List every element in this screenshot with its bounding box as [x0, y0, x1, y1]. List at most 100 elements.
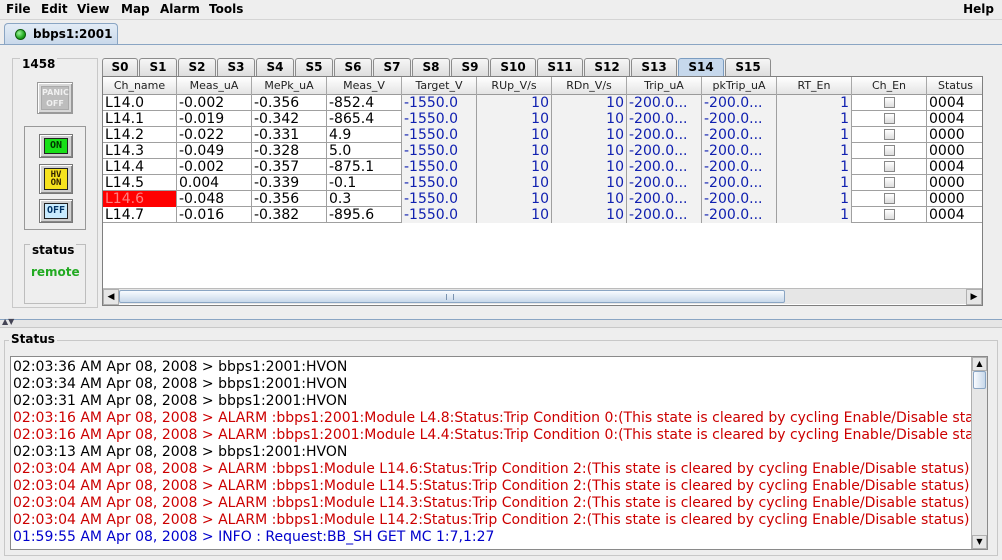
column-header-rt-en[interactable]: RT_En — [777, 77, 852, 95]
cell-target[interactable]: -1550.0 — [402, 111, 477, 127]
cell-meas_ua[interactable]: 0.004 — [177, 175, 252, 191]
cell-rup[interactable]: 10 — [477, 207, 552, 223]
cell-meas_v[interactable]: -875.1 — [327, 159, 402, 175]
slot-tab-s0[interactable]: S0 — [102, 58, 138, 76]
slot-tab-s15[interactable]: S15 — [725, 58, 771, 76]
cell-trip[interactable]: -200.0... — [627, 159, 702, 175]
cell-trip[interactable]: -200.0... — [627, 191, 702, 207]
cell-trip[interactable]: -200.0... — [627, 95, 702, 111]
slot-tab-s7[interactable]: S7 — [373, 58, 411, 76]
cell-meas_ua[interactable]: -0.048 — [177, 191, 252, 207]
channel-enable-checkbox[interactable] — [883, 161, 895, 172]
column-header-target-v[interactable]: Target_V — [402, 77, 477, 95]
cell-meas_ua[interactable]: -0.019 — [177, 111, 252, 127]
cell-status[interactable]: 0004 — [927, 95, 982, 111]
cell-mepk[interactable]: -0.342 — [252, 111, 327, 127]
cell-status[interactable]: 0000 — [927, 143, 982, 159]
scroll-down-icon[interactable]: ▼ — [972, 535, 987, 549]
cell-status[interactable]: 0000 — [927, 191, 982, 207]
cell-meas_ua[interactable]: -0.002 — [177, 95, 252, 111]
cell-mepk[interactable]: -0.382 — [252, 207, 327, 223]
table-row[interactable]: L14.1 -0.019 -0.342 -865.4 -1550.0 10 10 -200.0… — [103, 111, 982, 127]
cell-rten[interactable]: 1 — [777, 207, 852, 223]
cell-rten[interactable]: 1 — [777, 159, 852, 175]
cell-rten[interactable]: 1 — [777, 127, 852, 143]
cell-trip[interactable]: -200.0... — [627, 175, 702, 191]
session-tab[interactable]: bbps1:2001 — [4, 23, 118, 45]
channel-enable-checkbox[interactable] — [883, 177, 895, 188]
channel-enable-checkbox[interactable] — [883, 129, 895, 140]
cell-rten[interactable]: 1 — [777, 175, 852, 191]
channel-enable-checkbox[interactable] — [883, 97, 895, 108]
cell-pktrip[interactable]: -200.0... — [702, 159, 777, 175]
table-row[interactable]: L14.3 -0.049 -0.328 5.0 -1550.0 10 10 -200.0...… — [103, 143, 982, 159]
cell-rup[interactable]: 10 — [477, 191, 552, 207]
channel-enable-checkbox[interactable] — [883, 209, 895, 220]
table-row[interactable]: L14.2 -0.022 -0.331 4.9 -1550.0 10 10 -200.0...… — [103, 127, 982, 143]
cell-meas_ua[interactable]: -0.049 — [177, 143, 252, 159]
cell-mepk[interactable]: -0.356 — [252, 95, 327, 111]
cell-target[interactable]: -1550.0 — [402, 143, 477, 159]
cell-meas_ua[interactable]: -0.022 — [177, 127, 252, 143]
cell-status[interactable]: 0004 — [927, 207, 982, 223]
cell-trip[interactable]: -200.0... — [627, 127, 702, 143]
log-vertical-scrollbar[interactable]: ▲ ▼ — [971, 357, 987, 549]
table-row[interactable]: L14.7 -0.016 -0.382 -895.6 -1550.0 10 10 -200.0… — [103, 207, 982, 223]
cell-target[interactable]: -1550.0 — [402, 207, 477, 223]
cell-pktrip[interactable]: -200.0... — [702, 95, 777, 111]
menu-help[interactable]: Help — [963, 2, 994, 16]
slot-tab-s4[interactable]: S4 — [256, 58, 294, 76]
cell-pktrip[interactable]: -200.0... — [702, 111, 777, 127]
cell-meas_v[interactable]: -865.4 — [327, 111, 402, 127]
cell-rup[interactable]: 10 — [477, 127, 552, 143]
slot-tab-s1[interactable]: S1 — [139, 58, 177, 76]
slot-tab-s13[interactable]: S13 — [631, 58, 677, 76]
scroll-up-icon[interactable]: ▲ — [972, 357, 987, 371]
slot-tab-s5[interactable]: S5 — [295, 58, 333, 76]
column-header-rdn-v-s[interactable]: RDn_V/s — [552, 77, 627, 95]
slot-tab-s14[interactable]: S14 — [678, 58, 724, 76]
cell-rdn[interactable]: 10 — [552, 143, 627, 159]
menu-file[interactable]: File — [6, 2, 31, 16]
menu-view[interactable]: View — [77, 2, 109, 16]
hv-on-button[interactable]: HV ON — [39, 164, 73, 194]
panic-off-button[interactable]: PANIC OFF — [37, 82, 73, 114]
cell-rten[interactable]: 1 — [777, 95, 852, 111]
table-horizontal-scrollbar[interactable]: ◀ ▶ — [103, 288, 982, 305]
vertical-scroll-thumb[interactable] — [973, 371, 986, 389]
cell-meas_v[interactable]: -0.1 — [327, 175, 402, 191]
cell-pktrip[interactable]: -200.0... — [702, 207, 777, 223]
slot-tab-s8[interactable]: S8 — [412, 58, 450, 76]
cell-rdn[interactable]: 10 — [552, 175, 627, 191]
column-header-status[interactable]: Status — [927, 77, 982, 95]
cell-ch[interactable]: L14.0 — [103, 95, 177, 111]
cell-ch[interactable]: L14.2 — [103, 127, 177, 143]
column-header-meas-v[interactable]: Meas_V — [327, 77, 402, 95]
cell-pktrip[interactable]: -200.0... — [702, 191, 777, 207]
cell-mepk[interactable]: -0.357 — [252, 159, 327, 175]
column-header-mepk-ua[interactable]: MePk_uA — [252, 77, 327, 95]
cell-meas_v[interactable]: 5.0 — [327, 143, 402, 159]
cell-mepk[interactable]: -0.328 — [252, 143, 327, 159]
cell-meas_ua[interactable]: -0.002 — [177, 159, 252, 175]
menu-edit[interactable]: Edit — [41, 2, 68, 16]
cell-status[interactable]: 0000 — [927, 175, 982, 191]
cell-meas_ua[interactable]: -0.016 — [177, 207, 252, 223]
cell-ch[interactable]: L14.6 — [103, 191, 177, 207]
column-header-meas-ua[interactable]: Meas_uA — [177, 77, 252, 95]
menu-tools[interactable]: Tools — [209, 2, 243, 16]
cell-trip[interactable]: -200.0... — [627, 143, 702, 159]
cell-rdn[interactable]: 10 — [552, 127, 627, 143]
cell-trip[interactable]: -200.0... — [627, 207, 702, 223]
column-header-ch-en[interactable]: Ch_En — [852, 77, 927, 95]
column-header-rup-v-s[interactable]: RUp_V/s — [477, 77, 552, 95]
slot-tab-s12[interactable]: S12 — [584, 58, 630, 76]
cell-pktrip[interactable]: -200.0... — [702, 127, 777, 143]
cell-rten[interactable]: 1 — [777, 143, 852, 159]
cell-pktrip[interactable]: -200.0... — [702, 175, 777, 191]
cell-rup[interactable]: 10 — [477, 111, 552, 127]
cell-meas_v[interactable]: -895.6 — [327, 207, 402, 223]
table-row[interactable]: L14.0 -0.002 -0.356 -852.4 -1550.0 10 10 -200.0… — [103, 95, 982, 111]
cell-rdn[interactable]: 10 — [552, 111, 627, 127]
cell-ch[interactable]: L14.3 — [103, 143, 177, 159]
